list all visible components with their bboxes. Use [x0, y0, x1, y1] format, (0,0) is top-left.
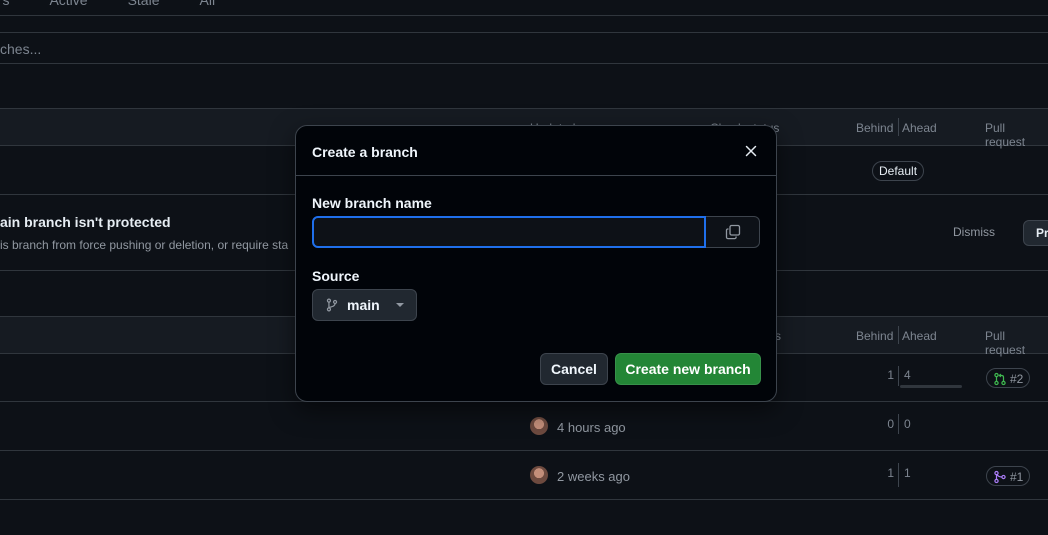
create-branch-button[interactable]: Create new branch [615, 353, 761, 385]
branch-name-label: New branch name [312, 195, 432, 211]
x-icon [745, 145, 757, 157]
source-label: Source [312, 268, 360, 284]
chevron-down-icon [395, 303, 404, 307]
copy-button[interactable] [706, 216, 760, 248]
cancel-button[interactable]: Cancel [540, 353, 608, 385]
branch-name-input[interactable] [312, 216, 706, 248]
source-branch-select[interactable]: main [312, 289, 417, 321]
close-button[interactable] [740, 140, 762, 162]
create-branch-dialog: Create a branch New branch name Source m… [295, 125, 777, 402]
git-branch-icon [326, 298, 338, 312]
source-branch-name: main [347, 297, 380, 313]
dialog-title: Create a branch [312, 144, 418, 160]
copy-icon [725, 224, 740, 240]
dialog-header: Create a branch [296, 126, 776, 176]
